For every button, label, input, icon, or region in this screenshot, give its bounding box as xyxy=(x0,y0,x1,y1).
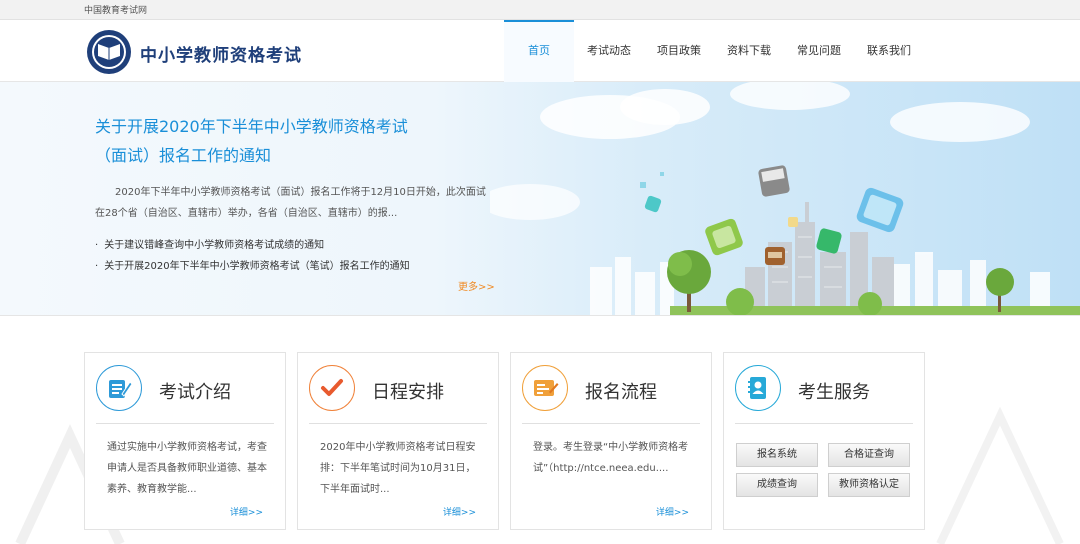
site-title[interactable]: 中小学教师资格考试 xyxy=(140,41,302,66)
banner-news-list: · 关于建议错峰查询中小学教师资格考试成绩的通知 · 关于开展2020年下半年中小学… xyxy=(95,235,410,277)
registration-system-button[interactable]: 报名系统 xyxy=(736,443,818,467)
site-logo-icon[interactable] xyxy=(86,29,132,75)
main-nav: 首页 考试动态 项目政策 资料下载 常见问题 联系我们 xyxy=(504,20,924,82)
book-pen-icon xyxy=(109,380,133,398)
contact-card-icon xyxy=(748,377,766,399)
news-banner: 关于开展2020年下半年中小学教师资格考试 （面试）报名工作的通知 2020年下… xyxy=(0,82,1080,316)
nav-item-policy[interactable]: 项目政策 xyxy=(644,20,714,82)
card-icon-circle xyxy=(96,365,142,411)
divider xyxy=(96,423,274,424)
city-illustration xyxy=(490,82,1080,315)
certificate-query-button[interactable]: 合格证查询 xyxy=(828,443,910,467)
card-description: 通过实施中小学教师资格考试，考查申请人是否具备教师职业道德、基本素养、教育教学能… xyxy=(107,442,267,495)
card-registration-flow[interactable]: 报名流程 登录。考生登录“中小学教师资格考试”（http://ntce.neea… xyxy=(510,352,712,530)
card-candidate-services: 考生服务 报名系统 合格证查询 成绩查询 教师资格认定 xyxy=(723,352,925,530)
card-icon-circle xyxy=(522,365,568,411)
divider xyxy=(309,423,487,424)
banner-headline-line2: （面试）报名工作的通知 xyxy=(95,146,272,165)
card-title: 考生服务 xyxy=(798,382,870,403)
card-description: 登录。考生登录“中小学教师资格考试”（http://ntce.neea.edu.… xyxy=(533,442,689,474)
bullet: · xyxy=(95,261,99,272)
news-link-text: 关于开展2020年下半年中小学教师资格考试（笔试）报名工作的通知 xyxy=(104,261,410,272)
news-link[interactable]: · 关于开展2020年下半年中小学教师资格考试（笔试）报名工作的通知 xyxy=(95,256,410,277)
score-query-button[interactable]: 成绩查询 xyxy=(736,473,818,497)
divider xyxy=(735,423,913,424)
top-strip: 中国教育考试网 xyxy=(0,0,1080,20)
checkmark-icon xyxy=(321,379,343,396)
banner-headline[interactable]: 关于开展2020年下半年中小学教师资格考试 （面试）报名工作的通知 xyxy=(95,112,475,170)
divider xyxy=(522,423,700,424)
detail-link[interactable]: 详细>> xyxy=(443,505,476,518)
banner-headline-line1: 关于开展2020年下半年中小学教师资格考试 xyxy=(95,117,408,136)
service-buttons: 报名系统 合格证查询 成绩查询 教师资格认定 xyxy=(736,443,912,497)
card-icon-circle xyxy=(735,365,781,411)
banner-summary: 2020年下半年中小学教师资格考试（面试）报名工作将于12月10日开始，此次面试… xyxy=(95,187,486,219)
qualification-certification-button[interactable]: 教师资格认定 xyxy=(828,473,910,497)
card-description: 2020年中小学教师资格考试日程安排：下半年笔试时间为10月31日，下半年面试时… xyxy=(320,442,476,495)
card-schedule[interactable]: 日程安排 2020年中小学教师资格考试日程安排：下半年笔试时间为10月31日，下… xyxy=(297,352,499,530)
nav-item-contact[interactable]: 联系我们 xyxy=(854,20,924,82)
card-icon-circle xyxy=(309,365,355,411)
detail-link[interactable]: 详细>> xyxy=(656,505,689,518)
card-title: 日程安排 xyxy=(372,382,444,403)
news-link-text: 关于建议错峰查询中小学教师资格考试成绩的通知 xyxy=(104,240,325,251)
news-link[interactable]: · 关于建议错峰查询中小学教师资格考试成绩的通知 xyxy=(95,235,410,256)
card-title: 报名流程 xyxy=(585,382,657,403)
nav-item-faq[interactable]: 常见问题 xyxy=(784,20,854,82)
top-strip-link[interactable]: 中国教育考试网 xyxy=(84,3,147,16)
card-exam-intro[interactable]: 考试介绍 通过实施中小学教师资格考试，考查申请人是否具备教师职业道德、基本素养、… xyxy=(84,352,286,530)
nav-item-home[interactable]: 首页 xyxy=(504,20,574,82)
detail-link[interactable]: 详细>> xyxy=(230,505,263,518)
more-link[interactable]: 更多>> xyxy=(458,278,495,293)
form-pen-icon xyxy=(534,380,559,396)
nav-item-downloads[interactable]: 资料下载 xyxy=(714,20,784,82)
card-title: 考试介绍 xyxy=(159,382,231,403)
header: 中小学教师资格考试 首页 考试动态 项目政策 资料下载 常见问题 联系我们 xyxy=(0,20,1080,82)
nav-item-exam-news[interactable]: 考试动态 xyxy=(574,20,644,82)
bullet: · xyxy=(95,240,99,251)
